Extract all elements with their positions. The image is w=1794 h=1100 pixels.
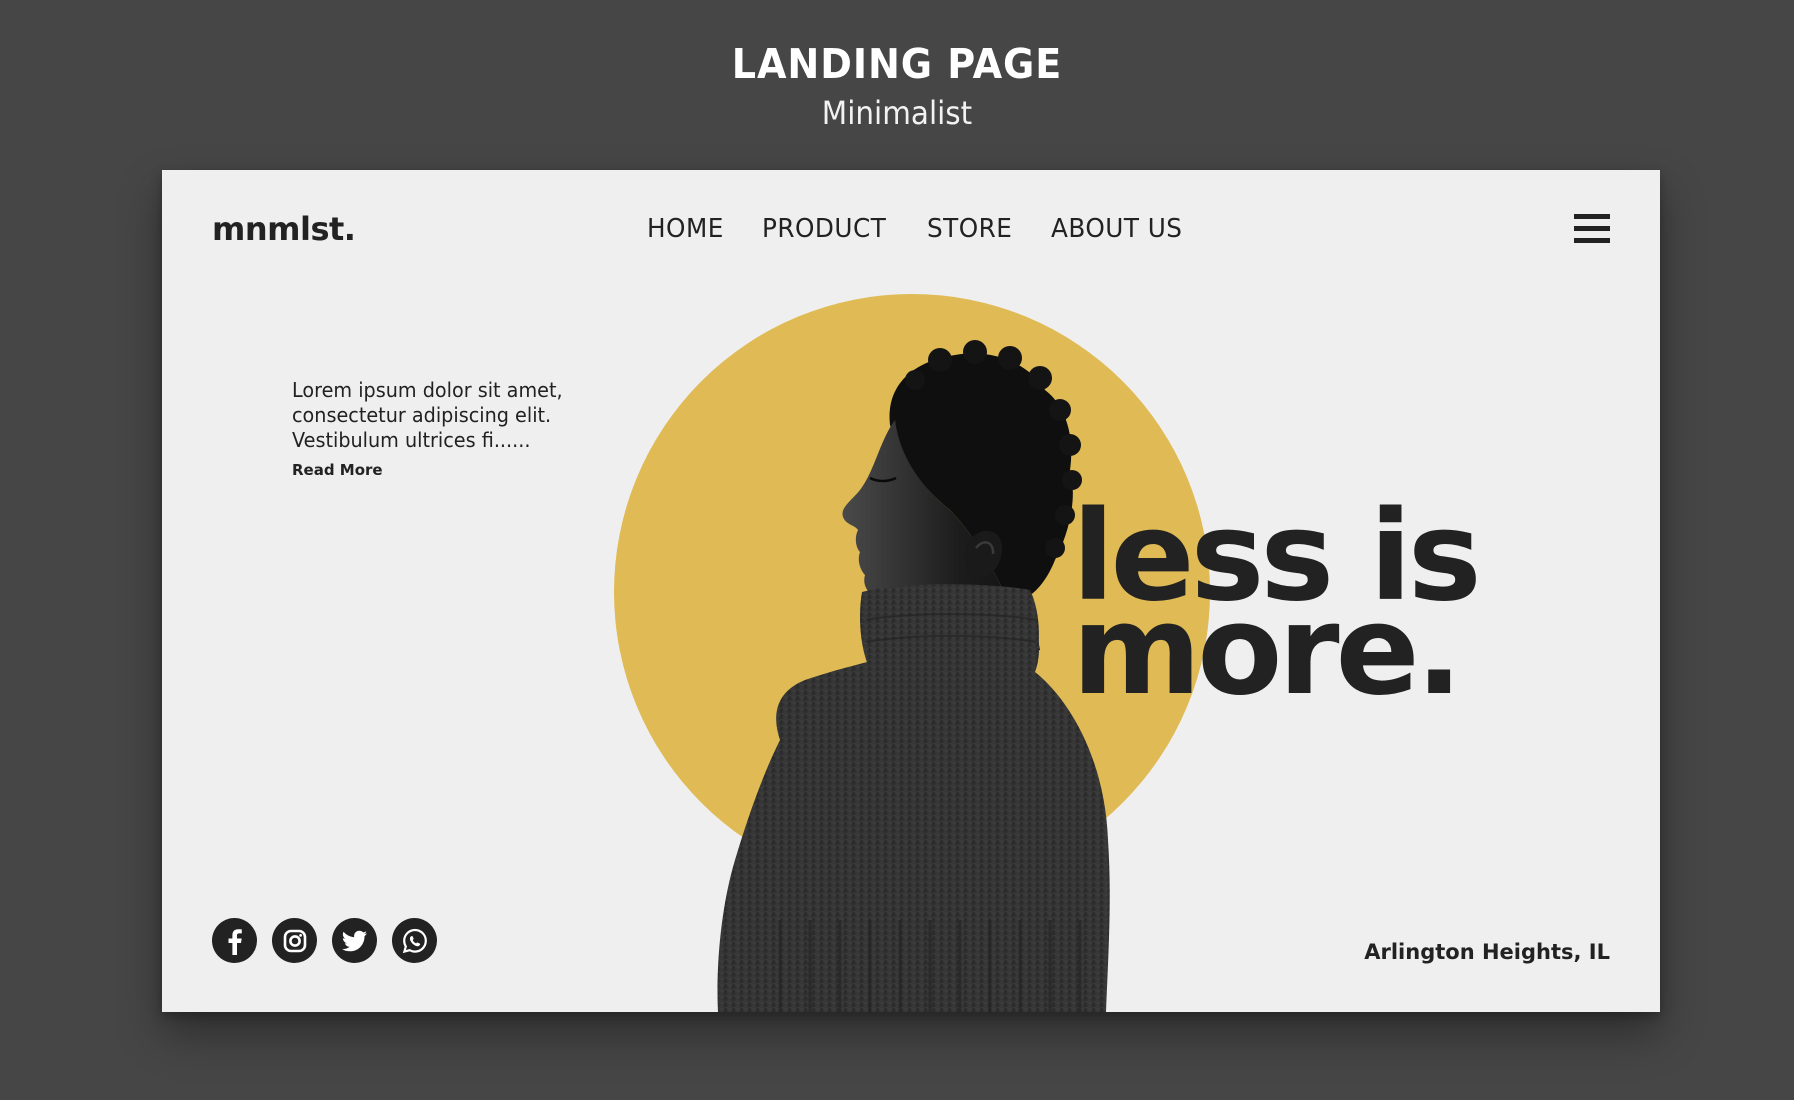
hamburger-menu-icon[interactable] [1574, 214, 1610, 244]
tagline-line-2: more. [1072, 579, 1463, 723]
brand-logo[interactable]: mnmlst. [212, 210, 356, 248]
showcase-title: LANDING PAGE [731, 40, 1063, 88]
read-more-link[interactable]: Read More [292, 461, 383, 479]
location-label: Arlington Heights, IL [1364, 940, 1610, 964]
main-nav: HOME PRODUCT STORE ABOUT US [647, 214, 1189, 244]
instagram-icon[interactable] [272, 918, 317, 963]
twitter-icon[interactable] [332, 918, 377, 963]
nav-item-product[interactable]: PRODUCT [762, 214, 886, 244]
showcase-header: LANDING PAGE Minimalist [0, 40, 1794, 132]
whatsapp-icon[interactable] [392, 918, 437, 963]
landing-page-mockup: mnmlst. HOME PRODUCT STORE ABOUT US Lore… [162, 170, 1660, 1012]
hero-tagline: less is more. [1072, 495, 1482, 723]
facebook-icon[interactable] [212, 918, 257, 963]
nav-item-about-us[interactable]: ABOUT US [1051, 214, 1182, 244]
showcase-subtitle: Minimalist [821, 94, 973, 132]
nav-item-home[interactable]: HOME [647, 214, 724, 244]
intro-block: Lorem ipsum dolor sit amet, consectetur … [292, 378, 632, 480]
social-links [212, 918, 437, 963]
intro-text: Lorem ipsum dolor sit amet, consectetur … [292, 378, 563, 452]
hero-portrait-image [717, 340, 1110, 1012]
nav-item-store[interactable]: STORE [927, 214, 1012, 244]
